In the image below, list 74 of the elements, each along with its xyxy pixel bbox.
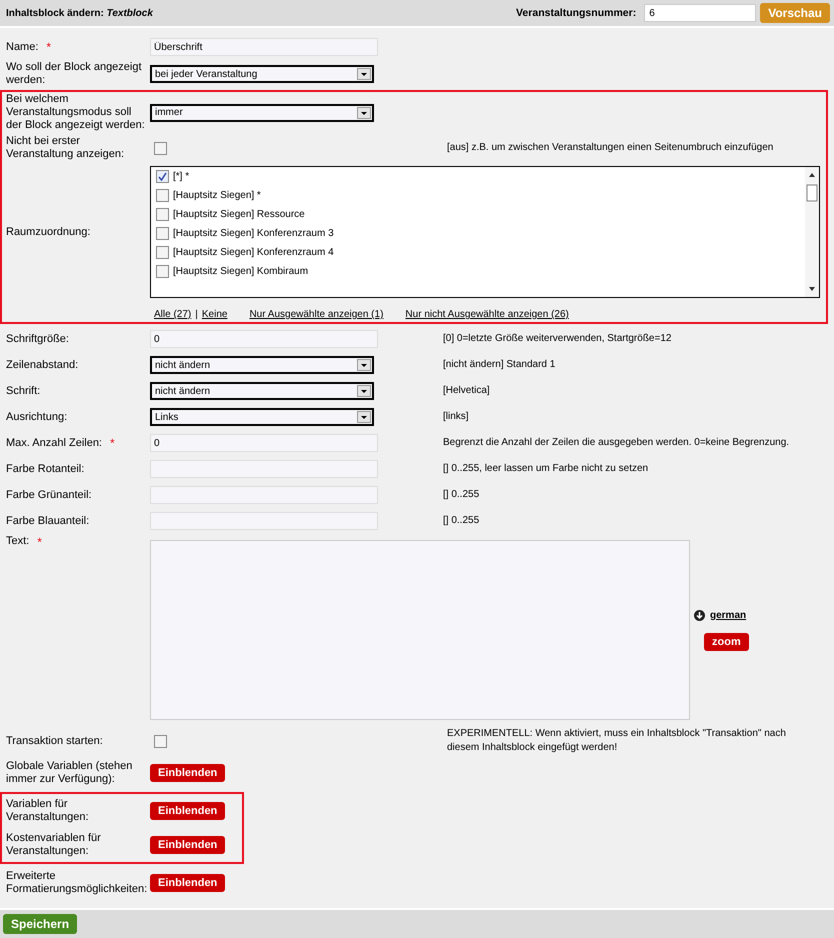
checkbox[interactable] xyxy=(156,227,169,240)
field-label: Kostenvariablen für Veranstaltungen: xyxy=(6,832,102,858)
text-field[interactable] xyxy=(150,460,378,478)
field-label: Erweiterte Formatierungsmöglichkeiten: xyxy=(6,870,148,896)
text-field[interactable]: Überschrift xyxy=(150,38,378,56)
scrollbar[interactable] xyxy=(805,167,819,297)
filter-link[interactable]: Keine xyxy=(202,309,228,320)
filter-link[interactable]: Nur nicht Ausgewählte anzeigen (26) xyxy=(405,309,569,320)
text-field[interactable] xyxy=(150,512,378,530)
field-label: Max. Anzahl Zeilen: xyxy=(6,436,102,450)
field-hint: [] 0..255 xyxy=(443,488,480,502)
field-label: Name: xyxy=(6,40,38,54)
field-label: Variablen für Veranstaltungen: xyxy=(6,798,90,824)
field-hint: [] 0..255 xyxy=(443,514,480,528)
checkbox[interactable] xyxy=(156,189,169,202)
field-label: Globale Variablen (stehen immer zur Verfügung): xyxy=(6,760,134,786)
room-option[interactable]: [Hauptsitz Siegen] Ressource xyxy=(156,208,800,221)
checkbox[interactable] xyxy=(156,265,169,278)
field-label: Nicht bei erster Veranstaltung anzeigen: xyxy=(6,135,126,161)
language-link[interactable]: german xyxy=(694,610,746,620)
field-label: Farbe Rotanteil: xyxy=(6,462,84,476)
checkbox[interactable] xyxy=(156,246,169,259)
required-asterisk: * xyxy=(110,436,115,450)
room-option[interactable]: [Hauptsitz Siegen] Konferenzraum 4 xyxy=(156,246,800,259)
field-label: Raumzuordnung: xyxy=(6,226,90,238)
room-option[interactable]: [Hauptsitz Siegen] Kombiraum xyxy=(156,265,800,278)
field-label: Transaktion starten: xyxy=(6,734,103,748)
dropdown[interactable]: bei jeder Veranstaltung xyxy=(150,65,374,83)
event-number-field[interactable]: 6 xyxy=(644,4,756,22)
event-number-label: Veranstaltungsnummer: xyxy=(516,7,636,19)
dropdown[interactable]: nicht ändern xyxy=(150,382,374,400)
page-title: Inhaltsblock ändern: Textblock xyxy=(6,8,154,18)
room-option[interactable]: [Hauptsitz Siegen] * xyxy=(156,189,800,202)
dropdown[interactable]: immer xyxy=(150,104,374,122)
field-label: Bei welchem Veranstaltungsmodus soll der Block angezeigt werden: xyxy=(6,93,146,132)
field-label: Farbe Grünanteil: xyxy=(6,488,92,502)
field-label: Text: xyxy=(6,535,30,548)
text-field[interactable]: 0 xyxy=(150,434,378,452)
field-label: Schrift: xyxy=(6,384,40,398)
link-separator: | xyxy=(195,309,198,320)
show-button[interactable]: Einblenden xyxy=(150,874,226,892)
filter-link[interactable]: Alle (27) xyxy=(154,309,192,320)
required-asterisk: * xyxy=(37,535,42,549)
dropdown[interactable]: Links xyxy=(150,408,374,426)
field-hint: [links] xyxy=(443,410,470,424)
text-field[interactable] xyxy=(150,486,378,504)
checkbox[interactable] xyxy=(154,734,167,748)
field-hint: [Helvetica] xyxy=(443,384,491,398)
zoom-button[interactable]: zoom xyxy=(704,632,749,650)
field-hint: EXPERIMENTELL: Wenn aktiviert, muss ein Inhaltsblock "Transaktion" nach diesem Inhaltsblock eingefügt werden! xyxy=(447,727,787,755)
field-hint: [aus] z.B. um zwischen Veranstaltungen einen Seitenumbruch einzufügen xyxy=(447,141,774,155)
room-option[interactable]: [Hauptsitz Siegen] Konferenzraum 3 xyxy=(156,227,800,240)
show-button[interactable]: Einblenden xyxy=(150,836,226,854)
field-label: Wo soll der Block angezeigt werden: xyxy=(6,61,143,87)
checkbox[interactable] xyxy=(156,170,169,183)
required-asterisk: * xyxy=(46,40,52,54)
room-option[interactable]: [*] * xyxy=(156,170,800,183)
field-label: Farbe Blauanteil: xyxy=(6,514,90,528)
show-button[interactable]: Einblenden xyxy=(150,764,226,782)
field-hint: [nicht ändern] Standard 1 xyxy=(443,358,556,372)
dropdown[interactable]: nicht ändern xyxy=(150,356,374,374)
show-button[interactable]: Einblenden xyxy=(150,802,226,820)
field-hint: [] 0..255, leer lassen um Farbe nicht zu setzen xyxy=(443,462,650,476)
checkbox[interactable] xyxy=(156,208,169,221)
field-label: Zeilenabstand: xyxy=(6,358,78,372)
field-label: Ausrichtung: xyxy=(6,410,68,424)
checkbox[interactable] xyxy=(154,142,167,154)
field-hint: [0] 0=letzte Größe weiterverwenden, Startgröße=12 xyxy=(443,332,672,346)
save-button[interactable]: Speichern xyxy=(3,914,78,934)
filter-link[interactable]: Nur Ausgewählte anzeigen (1) xyxy=(249,309,384,320)
text-field[interactable]: 0 xyxy=(150,330,378,348)
down-arrow-icon xyxy=(694,610,705,620)
field-hint: Begrenzt die Anzahl der Zeilen die ausgegeben werden. 0=keine Begrenzung. xyxy=(443,436,790,450)
field-label: Schriftgröße: xyxy=(6,332,69,346)
